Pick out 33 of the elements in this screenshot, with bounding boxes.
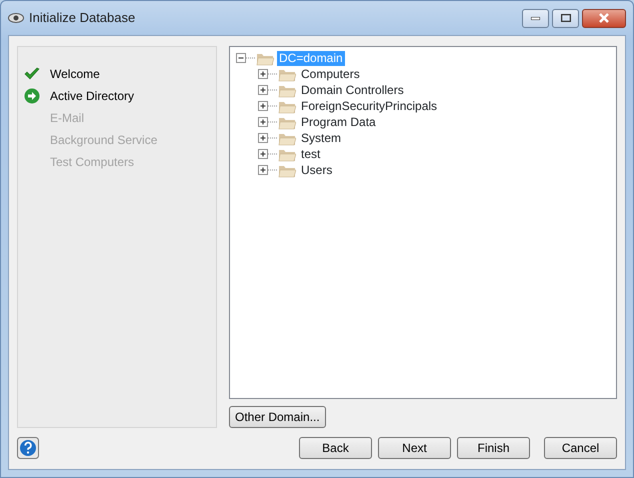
step-label: Test Computers: [50, 154, 134, 171]
step-label: Background Service: [50, 132, 158, 149]
tree-item[interactable]: Computers: [299, 66, 362, 82]
expand-icon[interactable]: [258, 130, 278, 146]
help-icon[interactable]: [17, 437, 39, 459]
dialog-button[interactable]: Cancel: [544, 437, 617, 459]
dialog-button[interactable]: Next: [378, 437, 451, 459]
expand-icon[interactable]: [258, 146, 278, 162]
expand-icon[interactable]: [258, 114, 278, 130]
expand-icon[interactable]: [258, 98, 278, 114]
expand-icon[interactable]: [258, 162, 278, 178]
other-domain-button[interactable]: Other Domain...: [229, 406, 326, 428]
close-button[interactable]: [582, 8, 626, 28]
dialog-button[interactable]: Finish: [457, 437, 530, 459]
close-icon: [598, 13, 610, 23]
maximize-button[interactable]: [552, 8, 579, 28]
step-label: E-Mail: [50, 110, 84, 127]
tree-item[interactable]: System: [299, 130, 344, 146]
minimize-button[interactable]: [522, 8, 549, 28]
tree-item[interactable]: ForeignSecurityPrincipals: [299, 98, 440, 114]
expand-icon[interactable]: [258, 66, 278, 82]
minimize-icon: [531, 16, 540, 20]
window-title: Initialize Database: [29, 9, 136, 28]
step-label: Welcome: [50, 66, 100, 83]
tree-item[interactable]: Users: [299, 162, 334, 178]
maximize-icon: [560, 14, 570, 22]
expand-icon[interactable]: [258, 82, 278, 98]
tree-item[interactable]: test: [299, 146, 322, 162]
tree-item[interactable]: Program Data: [299, 114, 378, 130]
tree-item[interactable]: Domain Controllers: [299, 82, 406, 98]
eye-icon: [8, 13, 24, 23]
step-label: Active Directory: [50, 88, 134, 105]
back-button[interactable]: Back: [299, 437, 372, 459]
